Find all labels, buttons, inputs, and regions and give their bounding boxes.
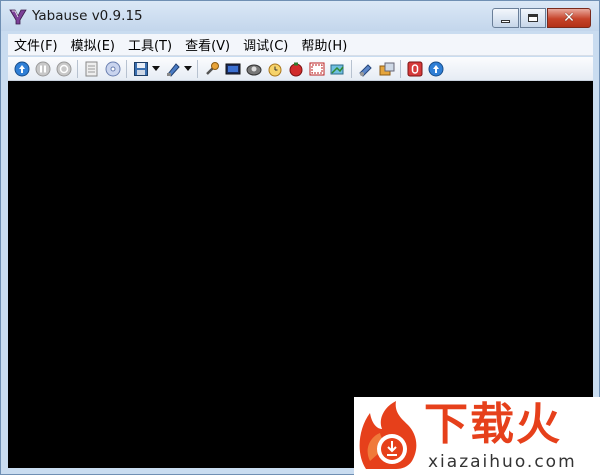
watermark-title: 下载火: [424, 399, 562, 450]
open-iso-icon[interactable]: [84, 61, 100, 77]
toolbar-separator: [400, 59, 401, 78]
window-title: Yabause v0.9.15: [32, 8, 143, 24]
fullscreen-icon[interactable]: [309, 61, 325, 77]
toolbar-separator: [126, 59, 127, 78]
toolbar-separator: [77, 59, 78, 78]
window-controls: ✕: [491, 8, 591, 28]
toolbar-separator: [197, 59, 198, 78]
flame-logo-icon: [359, 401, 417, 469]
minimize-icon: [501, 20, 510, 23]
menu-debug[interactable]: 调试(C): [237, 35, 294, 54]
layers-icon[interactable]: [330, 61, 346, 77]
close-button[interactable]: ✕: [547, 8, 591, 28]
watermark: 下载火 xiazaihuo.com: [354, 397, 600, 475]
pause-icon[interactable]: [35, 61, 51, 77]
toolbar-separator: [351, 59, 352, 78]
menu-emulation[interactable]: 模拟(E): [65, 35, 121, 54]
open-cd-icon[interactable]: [105, 61, 121, 77]
alarm-icon[interactable]: [267, 61, 283, 77]
save-state-dropdown-icon[interactable]: [152, 66, 160, 71]
load-state-icon[interactable]: [165, 61, 181, 77]
capture-icon[interactable]: [379, 61, 395, 77]
watermark-url: xiazaihuo.com: [428, 452, 577, 472]
minimize-button[interactable]: [492, 8, 519, 28]
cheat-icon[interactable]: [246, 61, 262, 77]
reset-icon[interactable]: [56, 61, 72, 77]
toolbar: [8, 57, 593, 81]
stop-icon[interactable]: [407, 61, 423, 77]
save-state-icon[interactable]: [133, 61, 149, 77]
menu-help[interactable]: 帮助(H): [295, 35, 353, 54]
title-bar[interactable]: Yabause v0.9.15 ✕: [1, 1, 599, 31]
yabause-logo-icon: [9, 9, 27, 25]
menu-bar: 文件(F) 模拟(E) 工具(T) 查看(V) 调试(C) 帮助(H): [8, 34, 593, 56]
menu-tools[interactable]: 工具(T): [122, 35, 178, 54]
maximize-icon: [528, 14, 538, 22]
record-icon[interactable]: [288, 61, 304, 77]
menu-file[interactable]: 文件(F): [8, 35, 64, 54]
info-icon[interactable]: [428, 61, 444, 77]
settings-icon[interactable]: [204, 61, 220, 77]
close-icon: ✕: [563, 10, 575, 26]
maximize-button[interactable]: [520, 8, 546, 28]
load-state-dropdown-icon[interactable]: [184, 66, 192, 71]
run-icon[interactable]: [14, 61, 30, 77]
menu-view[interactable]: 查看(V): [179, 35, 236, 54]
screenshot-icon[interactable]: [225, 61, 241, 77]
video-record-icon[interactable]: [358, 61, 374, 77]
